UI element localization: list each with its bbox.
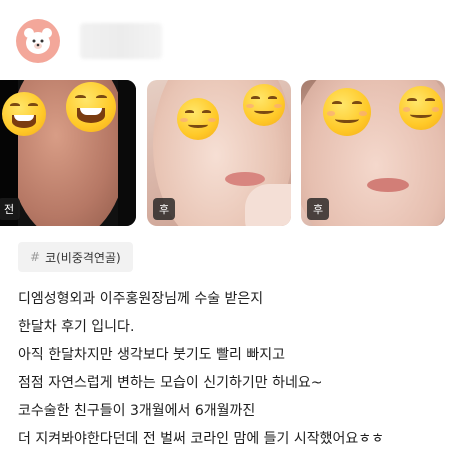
- body-line: 점점 자연스럽게 변하는 모습이 신기하기만 하네요~: [18, 375, 323, 391]
- bear-face-icon: [24, 28, 52, 54]
- photo-strip: 전 후 후: [0, 80, 455, 226]
- smile-emoji-icon: [243, 84, 285, 126]
- body-line: 한달차 후기 입니다.: [18, 319, 135, 335]
- photo-after-2[interactable]: 후: [301, 80, 445, 226]
- body-line: 더 지켜봐야한다던데 전 벌써 코라인 맘에 들기 시작했어요ㅎㅎ: [18, 431, 385, 447]
- photo-before[interactable]: 전: [0, 80, 136, 226]
- body-line: 디엠성형외과 이주홍원장님께 수술 받은지: [18, 291, 264, 307]
- avatar[interactable]: [16, 19, 60, 63]
- hash-icon: #: [30, 250, 41, 264]
- body-line: 코수술한 친구들이 3개월에서 6개월까진: [18, 403, 256, 419]
- surgery-tag[interactable]: # 코(비중격연골): [18, 242, 133, 272]
- smile-emoji-icon: [177, 98, 219, 140]
- post-body: 디엠성형외과 이주홍원장님께 수술 받은지 한달차 후기 입니다. 아직 한달차…: [18, 285, 448, 453]
- smile-emoji-icon: [323, 88, 371, 136]
- after-badge: 후: [307, 198, 329, 220]
- photo-after-1[interactable]: 후: [147, 80, 291, 226]
- body-line: 아직 한달차지만 생각보다 붓기도 빨리 빠지고: [18, 347, 285, 363]
- smile-emoji-icon: [399, 86, 443, 130]
- before-badge: 전: [0, 198, 20, 220]
- grin-emoji-icon: [2, 92, 46, 136]
- post-header: [16, 18, 162, 64]
- grin-emoji-icon: [66, 82, 116, 132]
- username-blurred: [80, 23, 162, 59]
- after-badge: 후: [153, 198, 175, 220]
- tag-label: 코(비중격연골): [45, 250, 121, 265]
